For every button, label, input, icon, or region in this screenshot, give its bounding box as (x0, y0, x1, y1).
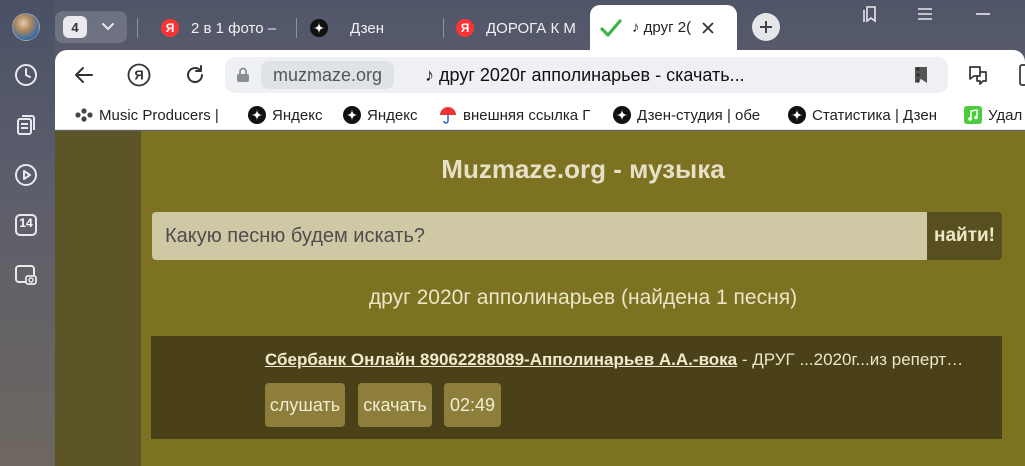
bookmark-label: Статистика | Дзен (812, 106, 938, 124)
panel-icon (1019, 64, 1025, 86)
tab-title: Дзен (350, 19, 384, 37)
address-bar[interactable]: muzmaze.org ♪ друг 2020г апполинарьев - … (225, 57, 948, 93)
bookmark-item[interactable]: Music Producers | (75, 105, 219, 125)
more-options-button[interactable] (905, 62, 931, 88)
lock-icon[interactable] (233, 65, 253, 85)
tab-photo[interactable]: Я 2 в 1 фото – (161, 9, 287, 47)
reload-button[interactable] (182, 62, 208, 88)
download-button[interactable]: скачать (358, 383, 432, 427)
bookmark-item[interactable]: Дзен-студия | обе (613, 105, 773, 125)
tab-road[interactable]: Я ДОРОГА К М (456, 9, 581, 47)
umbrella-icon (439, 106, 457, 124)
avatar[interactable] (12, 13, 40, 41)
bookmark-label: Дзен-студия | обе (637, 106, 761, 124)
tab-title: ♪ друг 2( (632, 19, 692, 36)
reload-icon (184, 64, 206, 86)
zen-icon (343, 106, 361, 124)
tab-active-muzmaze[interactable]: ♪ друг 2( (590, 5, 737, 50)
tab-separator (137, 18, 138, 38)
page-title: ♪ друг 2020г апполинарьев - скачать... (425, 64, 745, 85)
clock-icon[interactable] (13, 62, 39, 88)
chevron-down-icon (101, 22, 115, 32)
tab-separator (443, 18, 444, 38)
duration-badge: 02:49 (444, 383, 501, 427)
menu-icon[interactable] (910, 4, 940, 24)
yandex-logo-icon: Я (127, 63, 151, 87)
bookmarks-panel-icon[interactable] (855, 4, 885, 24)
tab-zen[interactable]: Дзен (310, 9, 436, 47)
music-note-icon (964, 106, 982, 124)
screenshot-icon[interactable] (13, 262, 39, 288)
plus-icon (759, 20, 773, 34)
close-icon[interactable] (702, 21, 714, 34)
yandex-icon: Я (161, 19, 179, 37)
vertical-dots-icon (915, 66, 921, 84)
bookmarks-bar: Music Producers | Яндекс Яндекс внешняя … (55, 100, 1025, 130)
web-page: Muzmaze.org - музыка Какую песню будем и… (55, 131, 1025, 466)
search-input[interactable]: Какую песню будем искать? (152, 212, 927, 260)
bookmark-item[interactable]: внешняя ссылка Г (439, 105, 599, 125)
bookmark-item[interactable]: Яндекс (248, 105, 322, 125)
yandex-home-button[interactable]: Я (126, 62, 152, 88)
result-description: - ДРУГ ...2020г...из реперт… (737, 350, 964, 369)
new-tab-button[interactable] (752, 13, 780, 41)
svg-text:Я: Я (134, 68, 143, 83)
collections-icon[interactable] (13, 112, 39, 138)
bookmark-item[interactable]: Статистика | Дзен (788, 105, 950, 125)
tab-count: 4 (63, 16, 87, 38)
site-title: Muzmaze.org - музыка (441, 154, 725, 184)
zen-icon (310, 19, 328, 37)
toolbar: Я muzmaze.org ♪ друг 2020г апполинарьев … (55, 50, 1025, 100)
bookmark-label: Удал (988, 106, 1023, 124)
results-heading: друг 2020г апполинарьев (найдена 1 песня… (368, 286, 798, 309)
bookmark-label: Яндекс (272, 106, 323, 124)
result-link[interactable]: Сбербанк Онлайн 89062288089-Апполинарьев… (265, 350, 737, 369)
sidebar-toggle-button[interactable] (1013, 62, 1025, 88)
play-circle-icon[interactable] (13, 162, 39, 188)
site-container: Muzmaze.org - музыка Какую песню будем и… (141, 131, 1025, 466)
bookmark-item[interactable]: Удал (964, 105, 1022, 125)
zen-icon (248, 106, 266, 124)
arrow-left-icon (74, 66, 94, 84)
tab-strip: 4 Я 2 в 1 фото – Дзен Я ДОРОГА К М ♪ дру… (55, 0, 1025, 54)
dots-icon (75, 106, 93, 124)
page-left-margin (55, 131, 141, 466)
checkmark-icon (600, 18, 622, 38)
result-item: Сбербанк Онлайн 89062288089-Апполинарьев… (151, 336, 1002, 439)
bookmark-label: Music Producers | (99, 106, 219, 124)
tab-title: 2 в 1 фото – (191, 19, 277, 37)
zen-icon (613, 106, 631, 124)
bookmark-label: внешняя ссылка Г (463, 106, 591, 124)
result-title-line: Сбербанк Онлайн 89062288089-Апполинарьев… (265, 350, 990, 370)
browser-sidebar: 14 (0, 0, 55, 466)
calendar-day: 14 (19, 216, 33, 230)
calendar-14-icon[interactable]: 14 (13, 212, 39, 238)
yandex-icon: Я (456, 19, 474, 37)
extensions-button[interactable] (965, 62, 991, 88)
listen-button[interactable]: слушать (265, 383, 345, 427)
zen-icon (788, 106, 806, 124)
bookmark-item[interactable]: Яндекс (343, 105, 417, 125)
bookmark-label: Яндекс (367, 106, 418, 124)
back-button[interactable] (71, 62, 97, 88)
tab-title: ДОРОГА К М (486, 19, 576, 37)
chat-translate-icon (967, 64, 989, 86)
tab-separator (296, 18, 297, 38)
search-button[interactable]: найти! (927, 212, 1002, 260)
domain-chip[interactable]: muzmaze.org (261, 61, 395, 89)
tab-counter-button[interactable]: 4 (55, 11, 127, 43)
minimize-icon[interactable] (968, 4, 998, 24)
